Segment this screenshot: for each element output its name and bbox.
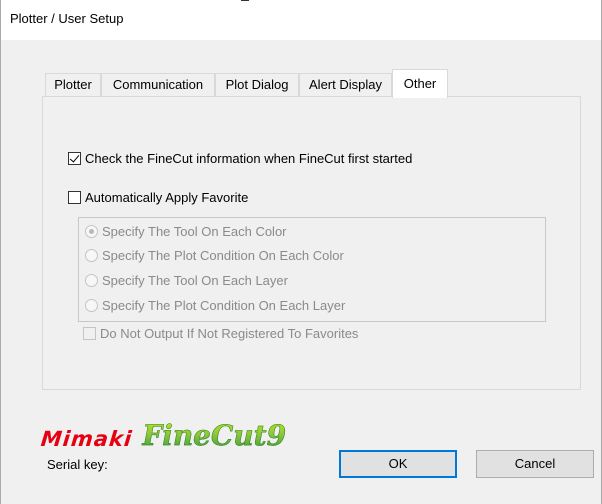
- tab-other[interactable]: Other: [392, 69, 448, 98]
- tab-plot-dialog[interactable]: Plot Dialog: [215, 73, 299, 96]
- radio-tool-each-layer[interactable]: Specify The Tool On Each Layer: [85, 273, 288, 288]
- radio-tool-each-layer-label: Specify The Tool On Each Layer: [102, 273, 288, 288]
- tab-other-label: Other: [403, 76, 437, 91]
- radio-tool-each-color-button[interactable]: [85, 225, 98, 238]
- tab-communication-label: Communication: [112, 77, 204, 92]
- radio-tool-each-color[interactable]: Specify The Tool On Each Color: [85, 224, 287, 239]
- do-not-output-option[interactable]: Do Not Output If Not Registered To Favor…: [83, 326, 358, 341]
- serial-key-label: Serial key:: [47, 457, 108, 472]
- radio-tool-each-color-label: Specify The Tool On Each Color: [102, 224, 287, 239]
- check-finecut-info-label: Check the FineCut information when FineC…: [85, 151, 413, 166]
- plotter-user-setup-dialog: Plotter / User Setup Plotter Communicati…: [0, 0, 602, 504]
- auto-apply-favorite-option[interactable]: Automatically Apply Favorite: [68, 190, 248, 205]
- do-not-output-checkbox[interactable]: [83, 327, 96, 340]
- ok-button[interactable]: OK: [339, 450, 457, 478]
- finecut-logo: FineCut9: [142, 419, 287, 452]
- window-title: Plotter / User Setup: [10, 11, 124, 26]
- radio-plot-condition-each-layer-label: Specify The Plot Condition On Each Layer: [102, 298, 346, 313]
- radio-plot-condition-each-color-button[interactable]: [85, 249, 98, 262]
- tab-alert-display[interactable]: Alert Display: [299, 73, 392, 96]
- radio-plot-condition-each-color[interactable]: Specify The Plot Condition On Each Color: [85, 248, 344, 263]
- radio-tool-each-layer-button[interactable]: [85, 274, 98, 287]
- title-bar: Plotter / User Setup: [1, 0, 601, 40]
- tab-plot-dialog-label: Plot Dialog: [225, 77, 289, 92]
- radio-plot-condition-each-color-label: Specify The Plot Condition On Each Color: [102, 248, 344, 263]
- radio-plot-condition-each-layer[interactable]: Specify The Plot Condition On Each Layer: [85, 298, 345, 313]
- tab-plotter[interactable]: Plotter: [45, 73, 101, 96]
- mimaki-logo: Mimaki: [39, 427, 134, 451]
- tab-plotter-label: Plotter: [54, 77, 92, 92]
- tab-communication[interactable]: Communication: [101, 73, 215, 96]
- check-finecut-info-checkbox[interactable]: [68, 152, 81, 165]
- do-not-output-label: Do Not Output If Not Registered To Favor…: [100, 326, 359, 341]
- auto-apply-favorite-label: Automatically Apply Favorite: [85, 190, 249, 205]
- mimaki-finecut-logo: Mimaki FineCut9: [39, 415, 287, 452]
- cancel-button[interactable]: Cancel: [476, 450, 594, 478]
- radio-plot-condition-each-layer-button[interactable]: [85, 299, 98, 312]
- title-divider: [241, 0, 249, 1]
- tab-alert-display-label: Alert Display: [309, 77, 382, 92]
- check-finecut-info-option[interactable]: Check the FineCut information when FineC…: [68, 151, 412, 166]
- auto-apply-favorite-checkbox[interactable]: [68, 191, 81, 204]
